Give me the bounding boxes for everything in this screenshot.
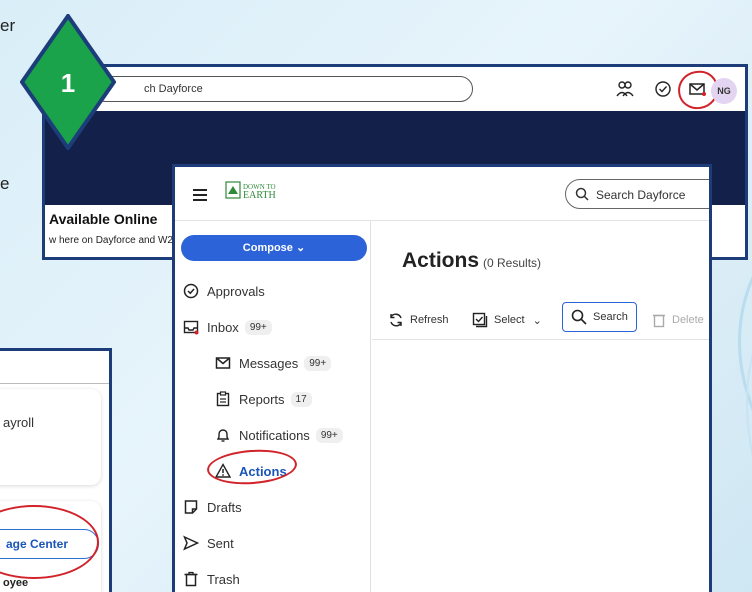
message-center-panel: ayroll age Center oyee — [0, 348, 112, 592]
select-button[interactable]: Select ⌄ — [472, 306, 542, 334]
sidebar-item-trash[interactable]: Trash — [183, 565, 240, 592]
check-circle-icon[interactable] — [653, 79, 673, 99]
mail-icon — [215, 357, 231, 369]
sidebar-item-reports[interactable]: Reports 17 — [215, 385, 312, 413]
main-content: Actions (0 Results) Refresh Select ⌄ Searc… — [372, 221, 709, 592]
bell-icon — [216, 429, 230, 442]
people-icon[interactable] — [615, 79, 635, 99]
step-badge: 1 — [20, 14, 116, 150]
avatar[interactable]: NG — [711, 78, 737, 104]
decorative-swirl — [738, 276, 752, 457]
menu-icon[interactable] — [193, 189, 207, 201]
banner-title: Available Online — [49, 211, 158, 227]
banner-subtitle: w here on Dayforce and W2's — [49, 235, 180, 246]
trash-icon — [653, 314, 665, 328]
top-bar: ch Dayforce NG — [45, 67, 745, 112]
inbox-count: 99+ — [244, 319, 272, 335]
step-number: 1 — [61, 68, 75, 98]
app-header: DOWN TO EARTH Search Dayforce — [175, 167, 709, 221]
sidebar-item-messages[interactable]: Messages 99+ — [215, 349, 332, 377]
result-count: (0 Results) — [483, 256, 542, 270]
payroll-text: ayroll — [3, 415, 35, 430]
employee-text: oyee — [3, 577, 29, 589]
svg-text:EARTH: EARTH — [243, 190, 276, 201]
sidebar-item-drafts[interactable]: Drafts — [183, 493, 242, 521]
notifications-count: 99+ — [315, 427, 343, 443]
page-title: Actions (0 Results) — [402, 249, 542, 272]
compose-button[interactable]: Compose ⌄ — [181, 235, 367, 261]
trash-icon — [184, 571, 198, 587]
send-icon — [183, 535, 199, 551]
background-text-e: e — [0, 174, 10, 193]
select-checkbox-icon — [472, 312, 488, 328]
divider — [0, 383, 109, 384]
sidebar-item-sent[interactable]: Sent — [183, 529, 234, 557]
search-icon — [571, 309, 587, 325]
search-placeholder: Search Dayforce — [596, 188, 686, 202]
inbox-icon — [183, 320, 199, 335]
payroll-card — [0, 389, 101, 485]
sidebar-item-notifications[interactable]: Notifications 99+ — [215, 421, 343, 449]
clipboard-icon — [216, 391, 230, 407]
delete-button[interactable]: Delete — [652, 306, 704, 334]
header-search-input[interactable]: ch Dayforce — [93, 76, 473, 102]
search-input[interactable]: Search Dayforce — [565, 179, 709, 209]
chevron-down-icon: ⌄ — [532, 314, 542, 327]
inbox-actions-window: DOWN TO EARTH Search Dayforce Compose ⌄ … — [172, 164, 712, 592]
toolbar: Refresh Select ⌄ Search Delete — [372, 296, 709, 340]
refresh-button[interactable]: Refresh — [388, 306, 449, 334]
draft-icon — [184, 500, 198, 514]
search-button[interactable]: Search — [562, 302, 637, 332]
sidebar-item-inbox[interactable]: Inbox 99+ — [183, 313, 272, 341]
sidebar: Compose ⌄ Approvals Inbox 99+ Messages 99+… — [175, 221, 371, 592]
check-circle-icon — [183, 283, 199, 299]
sidebar-item-approvals[interactable]: Approvals — [183, 277, 265, 305]
refresh-icon — [390, 313, 402, 327]
search-icon — [575, 187, 589, 201]
background-text-er: er — [0, 16, 16, 35]
company-logo: DOWN TO EARTH — [225, 181, 276, 201]
reports-count: 17 — [290, 391, 312, 407]
messages-count: 99+ — [304, 355, 332, 371]
